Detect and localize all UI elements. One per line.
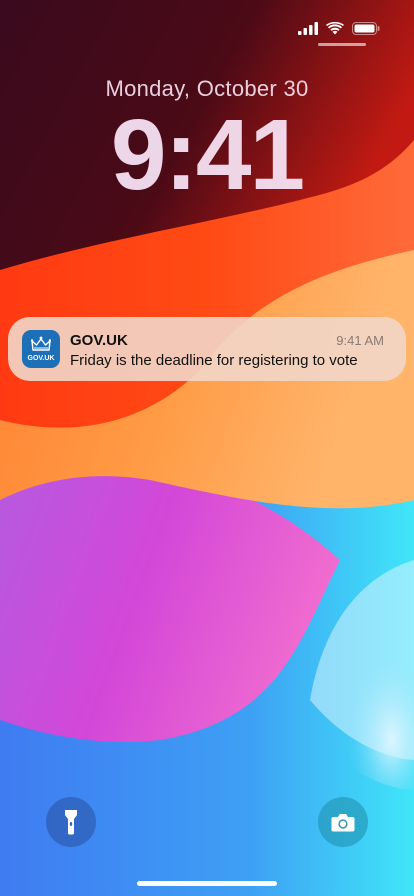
notification-app-name: GOV.UK — [70, 332, 128, 349]
notification-time: 9:41 AM — [336, 333, 384, 348]
lockscreen-clock: 9:41 — [110, 99, 305, 211]
govuk-app-icon: GOV.UK — [22, 330, 60, 368]
wifi-icon — [326, 21, 344, 34]
camera-icon — [331, 813, 355, 831]
camera-button[interactable] — [318, 797, 368, 847]
notification-card[interactable]: GOV.UK GOV.UK 9:41 AM Friday is the dead… — [8, 317, 406, 381]
crown-icon — [31, 336, 51, 351]
notification-message: Friday is the deadline for registering t… — [70, 352, 358, 369]
home-indicator[interactable] — [137, 881, 277, 886]
lock-indicator — [318, 43, 366, 46]
cellular-signal-icon — [298, 21, 318, 35]
flashlight-button[interactable] — [46, 797, 96, 847]
status-bar — [298, 18, 380, 38]
battery-icon — [352, 21, 380, 35]
lock-screen: Monday, October 30 9:41 GOV.UK GOV.UK 9:… — [0, 0, 414, 896]
app-icon-label: GOV.UK — [27, 355, 55, 362]
flashlight-icon — [65, 810, 77, 835]
